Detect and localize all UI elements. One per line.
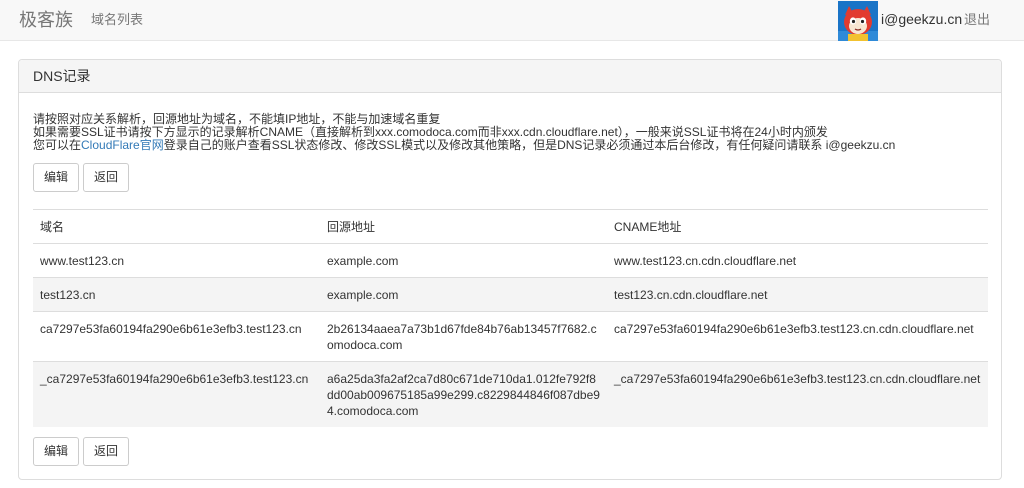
edit-button-bottom[interactable]: 编辑 bbox=[33, 437, 80, 466]
table-row: _ca7297e53fa60194fa290e6b61e3efb3.test12… bbox=[33, 361, 988, 427]
header-origin: 回源地址 bbox=[320, 209, 607, 244]
dns-records-panel: DNS记录 请按照对应关系解析，回源地址为域名，不能填IP地址，不能与加速域名重… bbox=[18, 59, 1002, 480]
cell-domain: _ca7297e53fa60194fa290e6b61e3efb3.test12… bbox=[33, 361, 320, 427]
panel-title: DNS记录 bbox=[19, 60, 1001, 93]
header-domain: 域名 bbox=[33, 209, 320, 244]
cell-domain: test123.cn bbox=[33, 277, 320, 312]
instruction-line-3-suffix: 登录自己的账户查看SSL状态修改、修改SSL模式以及修改其他策略，但是DNS记录… bbox=[163, 138, 896, 152]
cell-cname: _ca7297e53fa60194fa290e6b61e3efb3.test12… bbox=[607, 361, 988, 427]
top-button-group: 编辑 返回 bbox=[33, 163, 133, 192]
cloudflare-site-link[interactable]: CloudFlare官网 bbox=[81, 138, 164, 152]
cell-origin: a6a25da3fa2af2ca7d80c671de710da1.012fe79… bbox=[320, 361, 607, 427]
instruction-line-3: 您可以在CloudFlare官网登录自己的账户查看SSL状态修改、修改SSL模式… bbox=[33, 139, 983, 152]
avatar-image-icon bbox=[838, 1, 878, 41]
logout-link[interactable]: 退出 bbox=[964, 12, 990, 28]
table-header-row: 域名 回源地址 CNAME地址 bbox=[33, 209, 988, 244]
instructions-text: 请按照对应关系解析，回源地址为域名，不能填IP地址，不能与加速域名重复 如果需要… bbox=[33, 113, 983, 152]
table-row: www.test123.cn example.com www.test123.c… bbox=[33, 243, 988, 278]
nav-domain-list-link[interactable]: 域名列表 bbox=[91, 12, 143, 28]
bottom-button-group: 编辑 返回 bbox=[33, 437, 133, 466]
table-row: test123.cn example.com test123.cn.cdn.cl… bbox=[33, 277, 988, 312]
cell-cname: ca7297e53fa60194fa290e6b61e3efb3.test123… bbox=[607, 311, 988, 362]
top-navbar: 极客族 域名列表 i@geekzu.cn 退出 bbox=[0, 0, 1024, 41]
cell-origin: example.com bbox=[320, 277, 607, 312]
user-email[interactable]: i@geekzu.cn bbox=[881, 11, 962, 27]
back-button-top[interactable]: 返回 bbox=[83, 163, 130, 192]
brand-logo-text[interactable]: 极客族 bbox=[19, 9, 73, 31]
header-cname: CNAME地址 bbox=[607, 209, 988, 244]
cell-domain: www.test123.cn bbox=[33, 243, 320, 278]
instruction-line-3-prefix: 您可以在 bbox=[33, 138, 82, 152]
edit-button-top[interactable]: 编辑 bbox=[33, 163, 80, 192]
cell-cname: www.test123.cn.cdn.cloudflare.net bbox=[607, 243, 988, 278]
cell-cname: test123.cn.cdn.cloudflare.net bbox=[607, 277, 988, 312]
cell-domain: ca7297e53fa60194fa290e6b61e3efb3.test123… bbox=[33, 311, 320, 362]
avatar[interactable] bbox=[838, 1, 878, 41]
back-button-bottom[interactable]: 返回 bbox=[83, 437, 130, 466]
table-row: ca7297e53fa60194fa290e6b61e3efb3.test123… bbox=[33, 311, 988, 362]
dns-records-table: 域名 回源地址 CNAME地址 www.test123.cn example.c… bbox=[33, 209, 988, 427]
cell-origin: example.com bbox=[320, 243, 607, 278]
cell-origin: 2b26134aaea7a73b1d67fde84b76ab13457f7682… bbox=[320, 311, 607, 362]
